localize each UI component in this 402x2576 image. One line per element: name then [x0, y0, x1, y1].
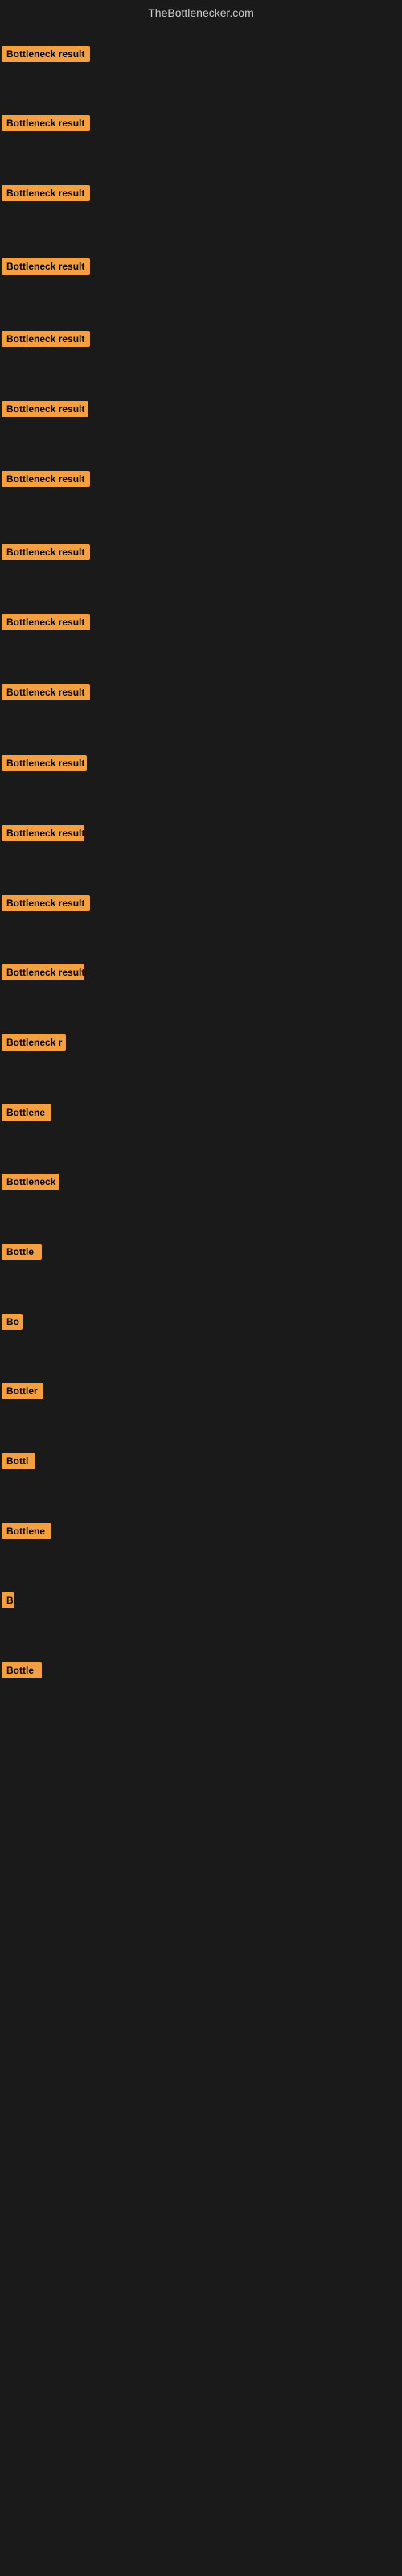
bottleneck-badge-5: Bottleneck result	[2, 331, 90, 347]
bottleneck-badge-8: Bottleneck result	[2, 544, 90, 560]
bottleneck-badge-7: Bottleneck result	[2, 471, 90, 487]
bottleneck-badge-18: Bottle	[2, 1244, 42, 1260]
bottleneck-badge-20: Bottler	[2, 1383, 43, 1399]
bottleneck-badge-11: Bottleneck result	[2, 755, 87, 771]
bottleneck-badge-19: Bo	[2, 1314, 23, 1330]
bottleneck-badge-6: Bottleneck result	[2, 401, 88, 417]
bottleneck-badge-15: Bottleneck r	[2, 1034, 66, 1051]
bottleneck-badge-4: Bottleneck result	[2, 258, 90, 275]
bottleneck-badge-1: Bottleneck result	[2, 46, 90, 62]
bottleneck-badge-16: Bottlene	[2, 1104, 51, 1121]
site-title: TheBottlenecker.com	[148, 6, 254, 19]
bottleneck-badge-9: Bottleneck result	[2, 614, 90, 630]
bottleneck-badge-3: Bottleneck result	[2, 185, 90, 201]
bottleneck-badge-12: Bottleneck result	[2, 825, 84, 841]
bottleneck-badge-22: Bottlene	[2, 1523, 51, 1539]
bottleneck-badge-23: B	[2, 1592, 14, 1608]
bottleneck-badge-14: Bottleneck result	[2, 964, 84, 980]
bottleneck-badge-17: Bottleneck	[2, 1174, 59, 1190]
bottleneck-badge-2: Bottleneck result	[2, 115, 90, 131]
bottleneck-badge-13: Bottleneck result	[2, 895, 90, 911]
bottleneck-badge-21: Bottl	[2, 1453, 35, 1469]
bottleneck-badge-10: Bottleneck result	[2, 684, 90, 700]
bottleneck-badge-24: Bottle	[2, 1662, 42, 1678]
